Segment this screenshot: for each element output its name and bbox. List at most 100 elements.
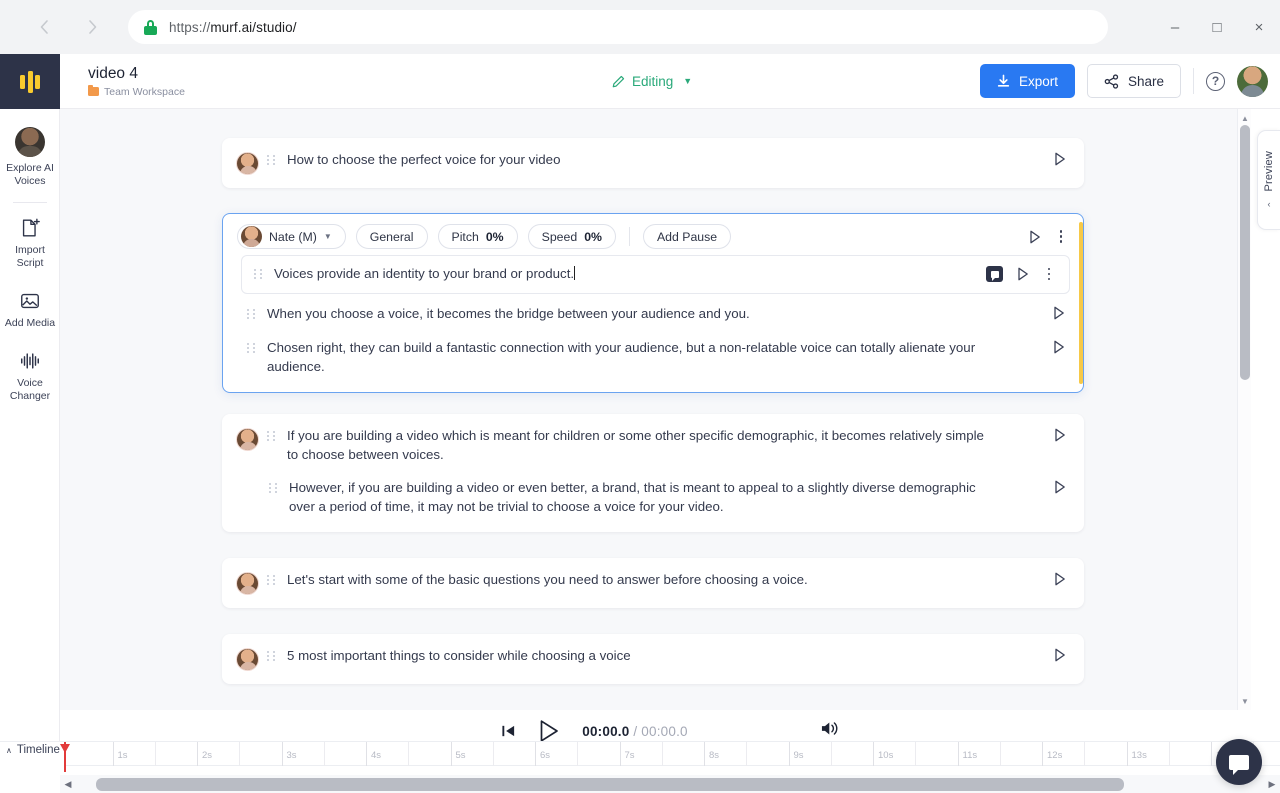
paragraph-text[interactable]: Chosen right, they can build a fantastic…	[267, 339, 1053, 376]
drag-handle-icon[interactable]	[247, 309, 257, 319]
download-icon	[997, 74, 1010, 88]
document-title-group: video 4 Team Workspace	[88, 65, 185, 98]
sidebar-item-label: Voice Changer	[2, 377, 58, 403]
add-note-icon[interactable]	[986, 266, 1003, 282]
volume-button[interactable]	[820, 720, 839, 742]
add-pause-button[interactable]: Add Pause	[643, 224, 731, 249]
paragraph-row[interactable]: If you are building a video which is mea…	[222, 414, 1084, 470]
script-block[interactable]: If you are building a video which is mea…	[222, 414, 1084, 532]
share-label: Share	[1128, 74, 1164, 89]
playhead[interactable]	[64, 742, 66, 772]
skip-to-start-button[interactable]	[501, 724, 516, 738]
avatar[interactable]	[1237, 66, 1268, 97]
chat-support-button[interactable]	[1216, 739, 1262, 785]
play-button[interactable]	[538, 719, 560, 743]
minimize-button[interactable]: –	[1154, 10, 1196, 44]
timeline-ruler[interactable]: 1s2s3s4s5s6s7s8s9s10s11s12s13s14s	[66, 742, 1280, 766]
paragraph-row[interactable]: 5 most important things to consider whil…	[222, 634, 1084, 684]
play-icon[interactable]	[1053, 340, 1065, 354]
paragraph-row[interactable]: When you choose a voice, it becomes the …	[223, 294, 1083, 335]
scrollbar-thumb[interactable]	[1240, 125, 1250, 380]
timeline-label: Timeline	[17, 744, 60, 756]
voice-style-selector[interactable]: General	[356, 224, 428, 249]
text-caret	[574, 266, 575, 280]
toolbar-divider	[629, 227, 630, 246]
paragraph-row[interactable]: Let's start with some of the basic quest…	[222, 558, 1084, 608]
paragraph-text[interactable]: Let's start with some of the basic quest…	[287, 571, 1054, 590]
drag-handle-icon[interactable]	[267, 651, 277, 661]
maximize-button[interactable]: □	[1196, 10, 1238, 44]
scroll-right-icon[interactable]: ▶	[1264, 775, 1280, 793]
scroll-up-icon[interactable]: ▲	[1238, 111, 1252, 125]
sidebar-item-import-script[interactable]: Import Script	[0, 205, 60, 278]
murf-logo[interactable]	[0, 54, 60, 109]
close-button[interactable]: ×	[1238, 10, 1280, 44]
paragraph-row[interactable]: Chosen right, they can build a fantastic…	[223, 334, 1083, 392]
paragraph-row[interactable]: How to choose the perfect voice for your…	[222, 138, 1084, 188]
sidebar-item-add-media[interactable]: Add Media	[0, 278, 60, 338]
play-icon[interactable]	[1017, 267, 1029, 281]
drag-handle-icon[interactable]	[267, 575, 277, 585]
workspace-label: Team Workspace	[104, 86, 185, 98]
play-icon[interactable]	[1029, 230, 1041, 244]
paragraph-row[interactable]: However, if you are building a video or …	[222, 470, 1084, 532]
timeline-tick: 2s	[197, 742, 198, 766]
export-button[interactable]: Export	[980, 64, 1075, 98]
paragraph-text[interactable]: How to choose the perfect voice for your…	[287, 151, 1054, 170]
preview-panel-toggle[interactable]: Preview ‹	[1257, 130, 1280, 230]
timeline-tick-minor	[155, 742, 156, 766]
canvas-scrollbar[interactable]: ▲ ▼	[1237, 109, 1251, 710]
paragraph-text[interactable]: Voices provide an identity to your brand…	[274, 265, 986, 284]
browser-back-button[interactable]	[26, 9, 62, 45]
breadcrumb[interactable]: Team Workspace	[88, 86, 185, 98]
voice-avatar-icon	[241, 226, 262, 247]
paragraph-text[interactable]: When you choose a voice, it becomes the …	[267, 305, 1053, 324]
timeline-panel: ∧ Timeline 1s2s3s4s5s6s7s8s9s10s11s12s13…	[0, 741, 1280, 793]
script-block-selected[interactable]: Nate (M) ▼ General Pitch 0% Speed 0% Add…	[222, 213, 1084, 393]
paragraph-text[interactable]: 5 most important things to consider whil…	[287, 647, 1054, 666]
script-block[interactable]: 5 most important things to consider whil…	[222, 634, 1084, 684]
browser-forward-button[interactable]	[74, 9, 110, 45]
timeline-tick-minor	[746, 742, 747, 766]
play-icon[interactable]	[1054, 480, 1066, 494]
drag-handle-icon[interactable]	[269, 483, 279, 493]
paragraph-text[interactable]: If you are building a video which is mea…	[287, 427, 1054, 464]
address-bar[interactable]: https://murf.ai/studio/	[128, 10, 1108, 44]
timeline-tick: 7s	[620, 742, 621, 766]
editing-mode-dropdown[interactable]: Editing ▼	[612, 74, 692, 89]
pitch-control[interactable]: Pitch 0%	[438, 224, 518, 249]
timeline-tick: 14s	[1211, 742, 1212, 766]
timeline-toggle[interactable]: ∧ Timeline	[6, 744, 60, 756]
drag-handle-icon[interactable]	[254, 269, 264, 279]
share-button[interactable]: Share	[1087, 64, 1181, 98]
speed-control[interactable]: Speed 0%	[528, 224, 616, 249]
sidebar-item-voice-changer[interactable]: Voice Changer	[0, 338, 60, 411]
play-icon[interactable]	[1054, 428, 1066, 442]
more-options-icon[interactable]	[1043, 268, 1055, 281]
page-title[interactable]: video 4	[88, 65, 185, 83]
script-block[interactable]: Let's start with some of the basic quest…	[222, 558, 1084, 608]
voice-selector[interactable]: Nate (M) ▼	[237, 224, 346, 249]
play-icon[interactable]	[1054, 572, 1066, 586]
sidebar-item-explore-ai-voices[interactable]: Explore AI Voices	[0, 109, 60, 196]
play-icon[interactable]	[1054, 648, 1066, 662]
drag-handle-icon[interactable]	[247, 343, 257, 353]
scroll-left-icon[interactable]: ◀	[60, 775, 76, 793]
play-icon[interactable]	[1054, 152, 1066, 166]
more-options-icon[interactable]	[1055, 230, 1067, 243]
help-icon[interactable]: ?	[1206, 72, 1225, 91]
timeline-scrollbar[interactable]: ◀ ▶	[60, 775, 1280, 793]
time-separator: /	[633, 724, 637, 739]
timeline-tick-label: 4s	[371, 750, 381, 761]
active-paragraph-editor[interactable]: Voices provide an identity to your brand…	[241, 255, 1070, 294]
paragraph-text[interactable]: However, if you are building a video or …	[289, 479, 1054, 516]
drag-handle-icon[interactable]	[267, 431, 277, 441]
scroll-down-icon[interactable]: ▼	[1238, 694, 1252, 708]
timeline-tick-label: 5s	[456, 750, 466, 761]
drag-handle-icon[interactable]	[267, 155, 277, 165]
row-actions	[1053, 306, 1065, 320]
script-block[interactable]: How to choose the perfect voice for your…	[222, 138, 1084, 188]
play-icon[interactable]	[1053, 306, 1065, 320]
paragraph-row[interactable]: Voices provide an identity to your brand…	[242, 256, 1069, 293]
scrollbar-thumb[interactable]	[96, 778, 1124, 791]
